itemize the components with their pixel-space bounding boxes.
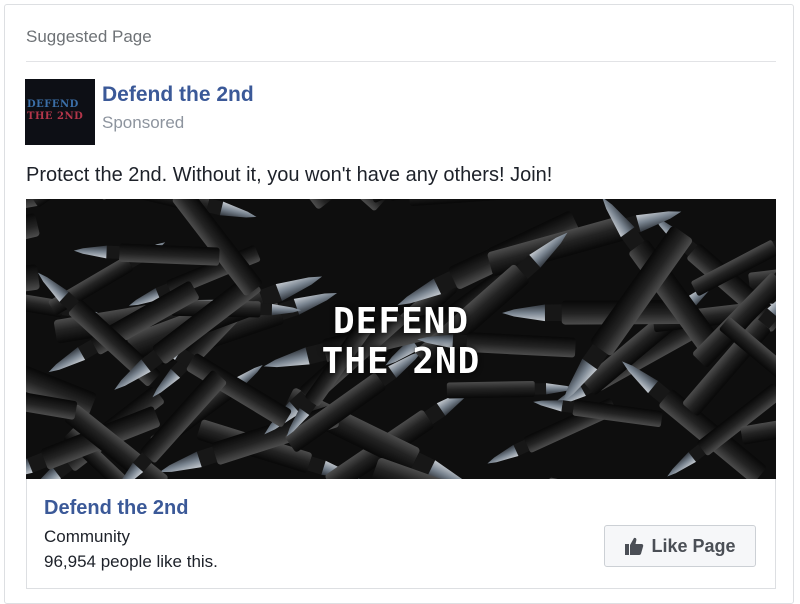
thumbs-up-icon: [625, 537, 644, 555]
suggested-page-card: Suggested Page DEFEND THE 2ND Defend the…: [4, 4, 794, 604]
sponsored-label[interactable]: Sponsored: [102, 113, 184, 133]
like-page-button[interactable]: Like Page: [604, 525, 756, 567]
like-page-label: Like Page: [651, 535, 736, 556]
avatar-logo-text: DEFEND THE 2ND: [27, 99, 84, 122]
page-info-footer: Defend the 2nd Community 96,954 people l…: [26, 479, 776, 589]
post-text: Protect the 2nd. Without it, you won't h…: [26, 164, 553, 186]
page-name-link[interactable]: Defend the 2nd: [102, 83, 254, 107]
ad-image-title: DEFEND THE 2ND: [321, 301, 481, 382]
page-like-count: 96,954 people like this.: [44, 552, 218, 571]
page-avatar[interactable]: DEFEND THE 2ND: [25, 79, 95, 145]
suggested-page-label: Suggested Page: [26, 27, 152, 46]
page-category: Community: [44, 527, 130, 546]
footer-page-name-link[interactable]: Defend the 2nd: [44, 497, 188, 520]
divider: [26, 61, 776, 62]
ad-image[interactable]: DEFEND THE 2ND: [26, 199, 776, 479]
